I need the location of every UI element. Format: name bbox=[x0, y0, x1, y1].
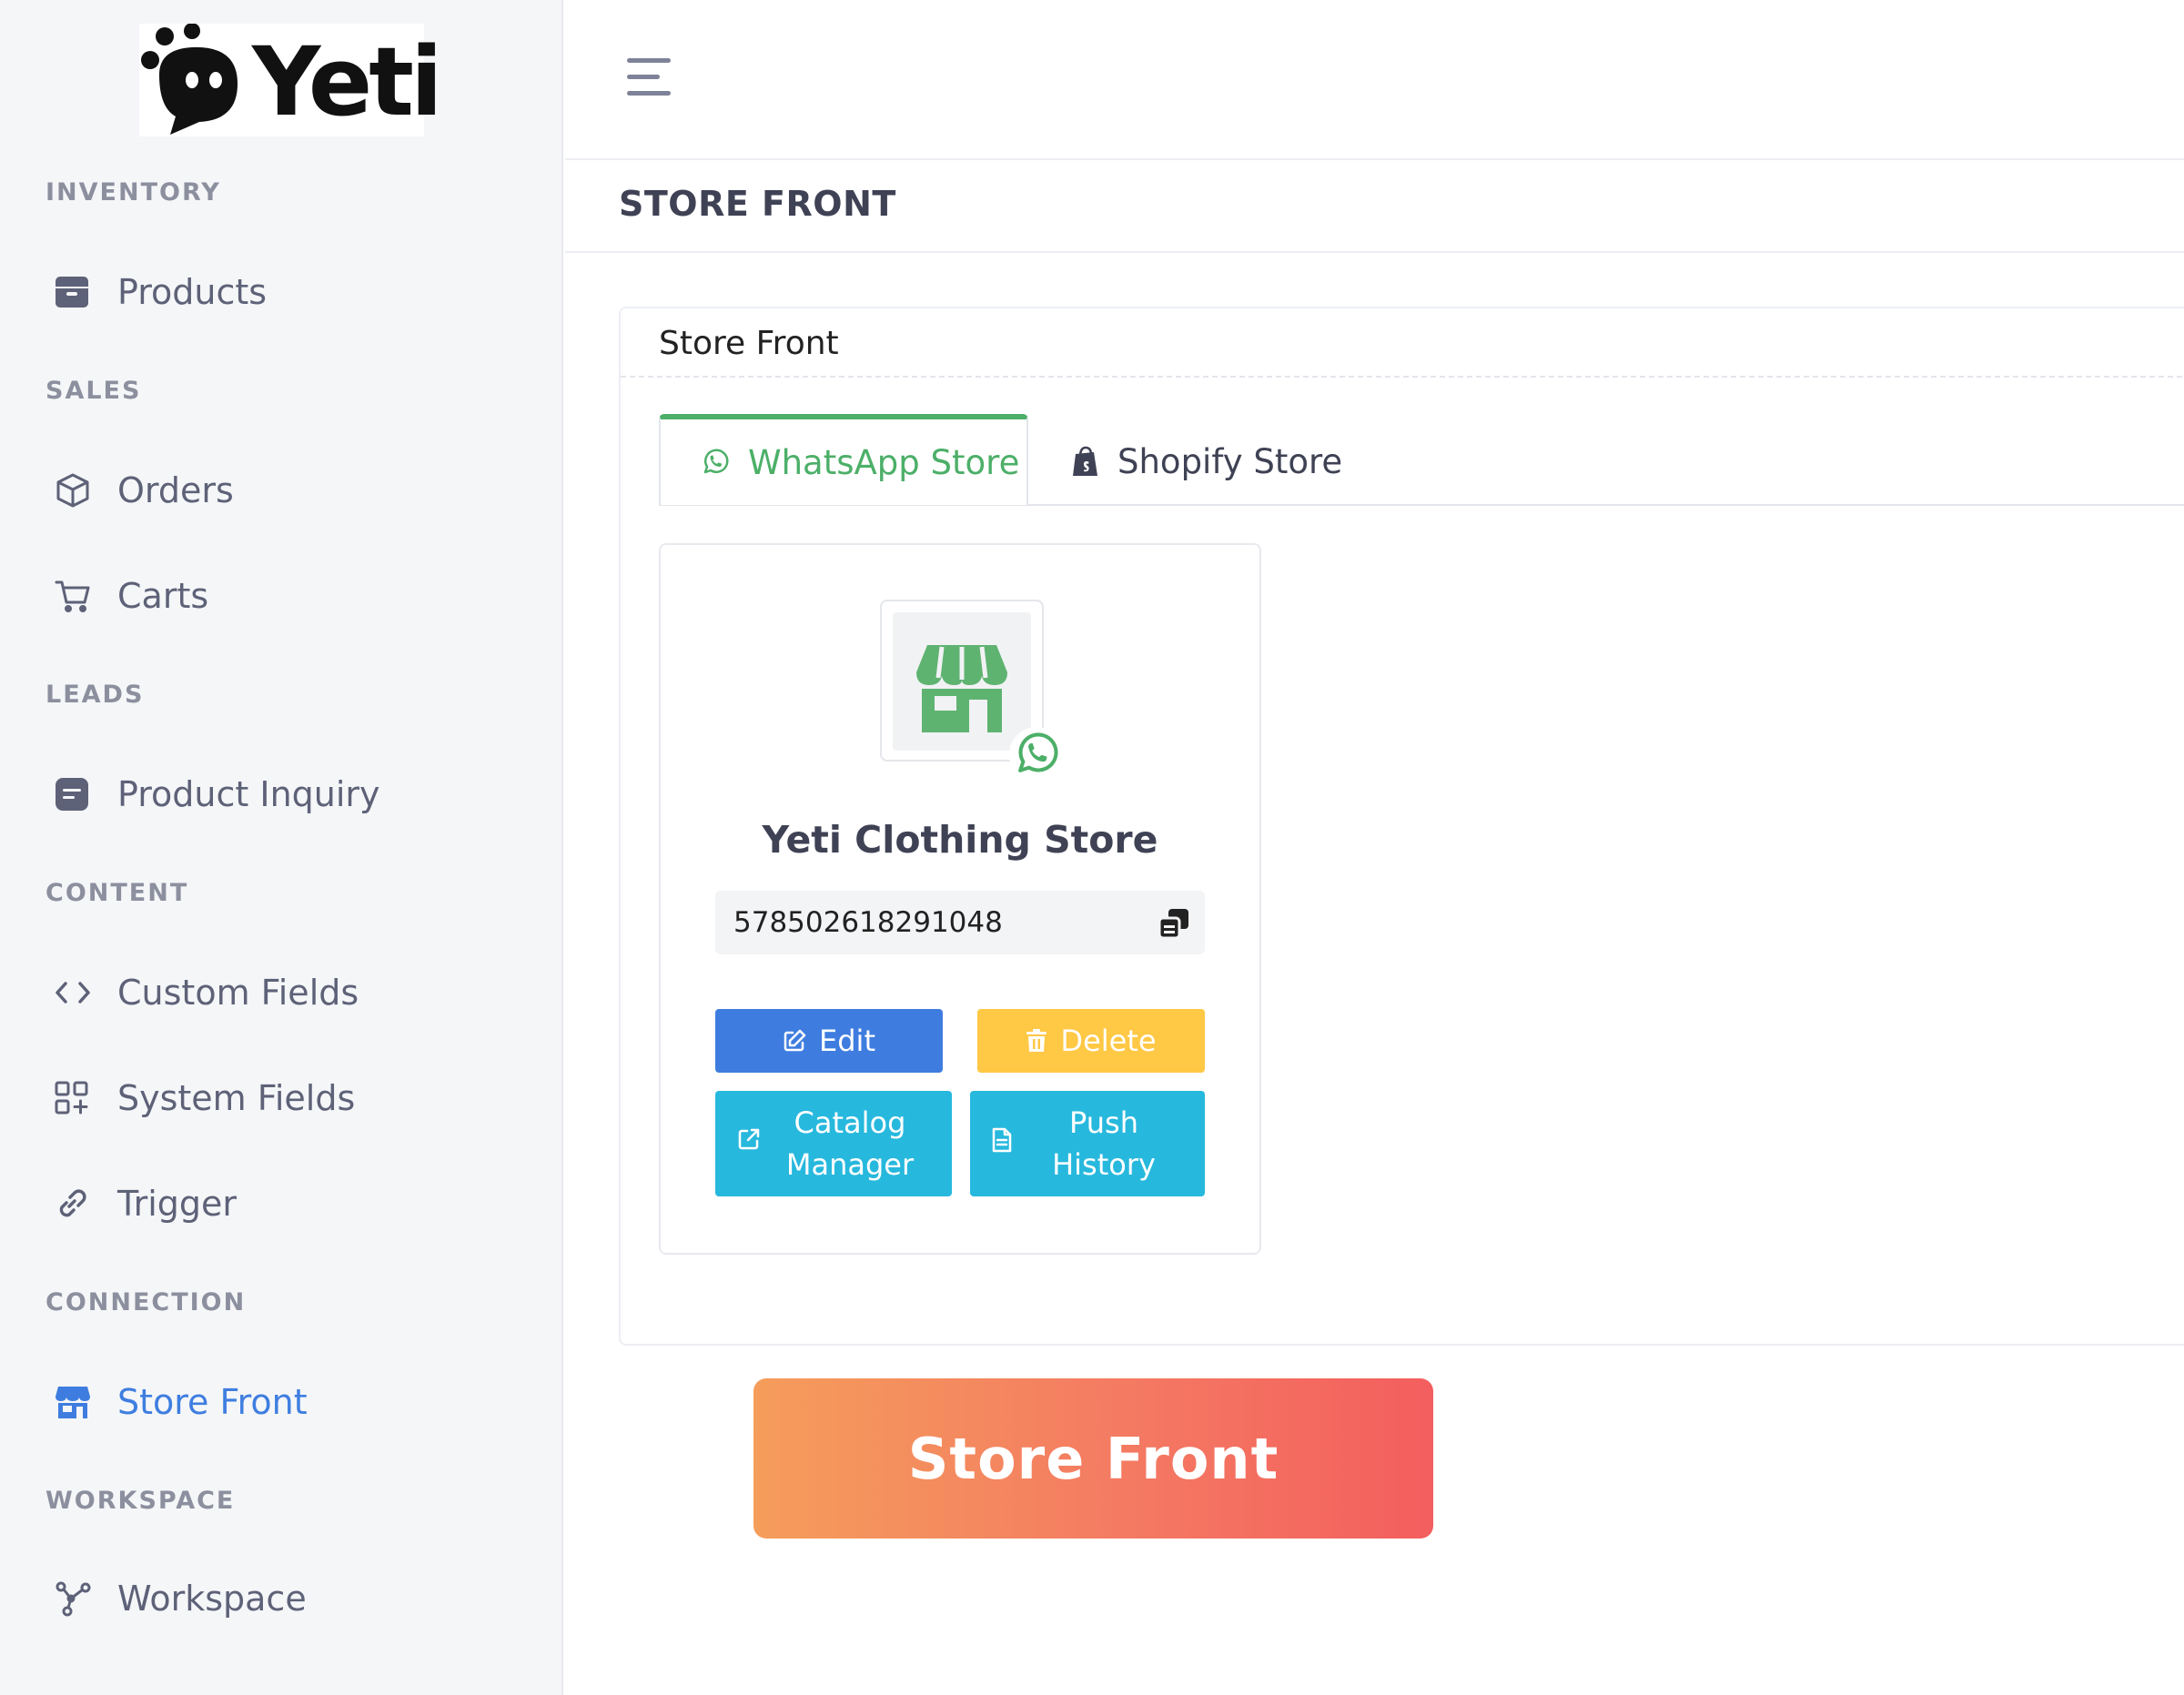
trash-icon bbox=[1026, 1029, 1047, 1053]
tab-shopify-store[interactable]: Shopify Store bbox=[1072, 416, 1342, 507]
tab-label: WhatsApp Store bbox=[748, 442, 1020, 482]
catalog-label-line1: Catalog bbox=[794, 1105, 906, 1140]
delete-label: Delete bbox=[1060, 1024, 1157, 1058]
push-label-line2: History bbox=[1052, 1147, 1156, 1182]
sidebar-item-label: Custom Fields bbox=[117, 973, 359, 1013]
whatsapp-badge bbox=[1009, 727, 1064, 782]
cart-icon bbox=[46, 576, 102, 616]
section-content: CONTENT bbox=[46, 879, 189, 907]
brand-name: Yeti bbox=[252, 26, 443, 137]
tab-label: Shopify Store bbox=[1117, 441, 1343, 481]
copy-icon[interactable] bbox=[1158, 907, 1190, 940]
sidebar-item-label: Carts bbox=[117, 576, 209, 616]
edit-button[interactable]: Edit bbox=[715, 1009, 943, 1073]
sidebar-item-label: System Fields bbox=[117, 1078, 356, 1118]
catalog-manager-button[interactable]: Catalog Manager bbox=[715, 1091, 952, 1196]
whatsapp-icon bbox=[701, 448, 730, 477]
store-item-card: Yeti Clothing Store 578502618291048 Edit… bbox=[659, 543, 1261, 1255]
sidebar-item-carts[interactable]: Carts bbox=[46, 564, 519, 628]
nodes-icon bbox=[46, 1579, 102, 1619]
sidebar-item-label: Product Inquiry bbox=[117, 774, 380, 814]
whatsapp-icon bbox=[1018, 732, 1058, 772]
note-icon bbox=[46, 774, 102, 814]
sidebar-item-label: Orders bbox=[117, 470, 234, 510]
sidebar-item-custom-fields[interactable]: Custom Fields bbox=[46, 961, 519, 1024]
delete-button[interactable]: Delete bbox=[977, 1009, 1205, 1073]
link-icon bbox=[46, 1184, 102, 1224]
catalog-label-line2: Manager bbox=[785, 1147, 915, 1182]
section-leads: LEADS bbox=[46, 681, 145, 709]
shopify-bag-icon bbox=[1072, 446, 1099, 477]
page-toolbar: STORE FRONT bbox=[565, 162, 2184, 253]
store-front-banner: Store Front bbox=[753, 1378, 1433, 1539]
edit-label: Edit bbox=[819, 1024, 875, 1058]
section-connection: CONNECTION bbox=[46, 1288, 247, 1317]
store-front-card: Store Front WhatsApp Store Shopify Store bbox=[619, 307, 2184, 1346]
sidebar-item-products[interactable]: Products bbox=[46, 260, 519, 324]
section-workspace: WORKSPACE bbox=[46, 1487, 236, 1515]
sidebar-item-workspace[interactable]: Workspace bbox=[46, 1567, 519, 1630]
store-id-value: 578502618291048 bbox=[733, 906, 1003, 939]
section-inventory: INVENTORY bbox=[46, 178, 221, 207]
push-label-line1: Push bbox=[1069, 1105, 1138, 1140]
box-icon bbox=[46, 470, 102, 510]
push-history-button[interactable]: Push History bbox=[970, 1091, 1205, 1196]
banner-text: Store Front bbox=[907, 1425, 1279, 1492]
top-header bbox=[565, 0, 2184, 160]
card-title: Store Front bbox=[659, 325, 839, 362]
store-id-field[interactable]: 578502618291048 bbox=[715, 891, 1205, 954]
sidebar-item-product-inquiry[interactable]: Product Inquiry bbox=[46, 762, 519, 826]
sidebar-item-label: Products bbox=[117, 272, 268, 312]
store-name: Yeti Clothing Store bbox=[762, 818, 1158, 862]
archive-icon bbox=[46, 272, 102, 312]
sidebar-item-system-fields[interactable]: System Fields bbox=[46, 1066, 519, 1130]
sidebar-item-orders[interactable]: Orders bbox=[46, 459, 519, 522]
sidebar-item-label: Store Front bbox=[117, 1382, 308, 1422]
store-icon bbox=[46, 1382, 102, 1422]
external-link-icon bbox=[737, 1127, 761, 1151]
page-title: STORE FRONT bbox=[619, 184, 896, 224]
store-icon bbox=[916, 645, 1007, 732]
code-icon bbox=[46, 973, 102, 1013]
hamburger-icon[interactable] bbox=[627, 58, 678, 98]
sidebar-item-label: Trigger bbox=[117, 1184, 238, 1224]
paw-logo-icon bbox=[141, 24, 238, 135]
sidebar-item-label: Workspace bbox=[117, 1579, 307, 1619]
sidebar-item-trigger[interactable]: Trigger bbox=[46, 1172, 519, 1236]
brand-logo[interactable]: Yeti bbox=[139, 24, 443, 136]
section-sales: SALES bbox=[46, 377, 142, 405]
grid-plus-icon bbox=[46, 1078, 102, 1118]
edit-icon bbox=[783, 1029, 806, 1053]
store-thumbnail bbox=[880, 600, 1064, 782]
sidebar: Yeti INVENTORY Products SALES Orders Car… bbox=[0, 0, 563, 1695]
sidebar-item-store-front[interactable]: Store Front bbox=[46, 1370, 519, 1434]
document-icon bbox=[992, 1127, 1012, 1153]
card-divider bbox=[621, 376, 2184, 378]
tab-whatsapp-store[interactable]: WhatsApp Store bbox=[659, 414, 1028, 505]
